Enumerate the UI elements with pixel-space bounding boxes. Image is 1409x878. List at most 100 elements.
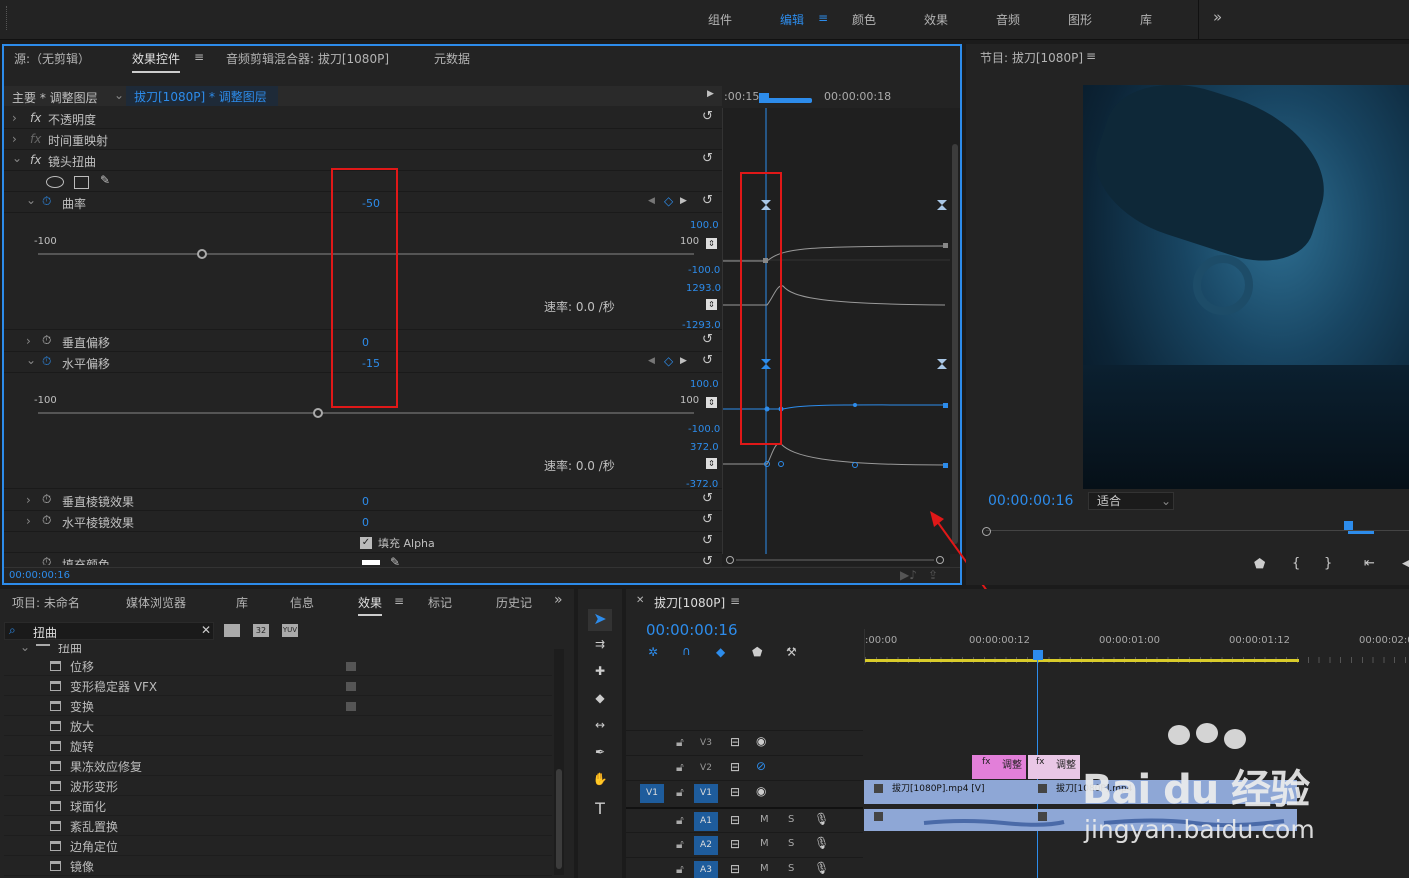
graph-zoom-bar[interactable] xyxy=(722,554,950,566)
sync-lock-icon[interactable]: ⊟ xyxy=(730,837,740,851)
play-only-audio-icon[interactable]: ▶♪ xyxy=(900,568,917,582)
menu-icon[interactable]: ≡ xyxy=(818,11,828,25)
tab-libraries[interactable]: 库 xyxy=(236,594,248,611)
menu-icon[interactable]: ≡ xyxy=(1086,49,1096,63)
stopwatch-icon[interactable]: ⏱ xyxy=(42,513,51,528)
tab-media-browser[interactable]: 媒体浏览器 xyxy=(126,594,186,611)
workspace-editing[interactable]: 编辑 xyxy=(780,11,804,28)
ripple-edit-tool-icon[interactable]: ✚ xyxy=(588,664,612,682)
list-item[interactable]: 放大 xyxy=(4,716,552,736)
stopwatch-icon[interactable]: ⏱ xyxy=(42,333,51,348)
track-target-a1[interactable]: A1 xyxy=(694,812,718,831)
list-item[interactable]: 旋转 xyxy=(4,736,552,756)
list-item[interactable]: 紊乱置换 xyxy=(4,816,552,836)
checkbox-checked-icon[interactable]: ✓ xyxy=(360,537,372,549)
sequence-tab[interactable]: 拔刀[1080P] xyxy=(654,594,725,611)
microphone-icon[interactable]: 🎙︎ xyxy=(814,861,829,875)
reset-icon[interactable]: ↺ xyxy=(702,109,713,124)
more-tabs-icon[interactable]: » xyxy=(554,592,563,608)
marker-icon[interactable]: ⬟ xyxy=(752,645,762,659)
menu-icon[interactable]: ≡ xyxy=(394,594,404,608)
stopwatch-icon[interactable]: ⏱ xyxy=(42,194,51,209)
adjustment-layer-clip[interactable]: fx 调整 xyxy=(972,755,1026,779)
wrench-icon[interactable]: ⚒ xyxy=(786,645,797,659)
color-swatch[interactable] xyxy=(362,560,380,565)
list-item[interactable]: 镜像 xyxy=(4,856,552,876)
ec-timecode[interactable]: 00:00:00:16 xyxy=(9,570,70,581)
v-prism-value[interactable]: 0 xyxy=(362,495,369,508)
list-item[interactable]: 波形变形 xyxy=(4,776,552,796)
sync-lock-icon[interactable]: ⊟ xyxy=(730,813,740,827)
prev-keyframe-icon[interactable]: ◀ xyxy=(648,356,655,366)
eye-icon[interactable]: ◉ xyxy=(756,734,766,748)
reset-icon[interactable]: ↺ xyxy=(702,332,713,347)
mute-button[interactable]: M xyxy=(760,838,769,849)
reset-icon[interactable]: ↺ xyxy=(702,533,713,548)
chevron-down-icon[interactable]: ⌄ xyxy=(26,353,36,367)
reset-icon[interactable]: ↺ xyxy=(702,353,713,368)
32bit-effects-icon[interactable]: 32 xyxy=(253,624,269,637)
fit-dropdown[interactable]: 适合 ⌄ xyxy=(1088,492,1174,510)
effects-search[interactable]: ⌕ 扭曲 ✕ xyxy=(4,622,214,640)
graph-scale-icon[interactable]: ⇕ xyxy=(706,458,717,469)
tab-effects[interactable]: 效果 xyxy=(358,594,383,616)
chevron-down-icon[interactable]: ⌄ xyxy=(114,88,124,102)
reset-icon[interactable]: ↺ xyxy=(702,193,713,208)
mark-out-icon[interactable]: } xyxy=(1324,556,1332,571)
go-to-in-icon[interactable]: ⇤ xyxy=(1364,556,1375,571)
accelerated-effects-icon[interactable] xyxy=(224,624,240,637)
menu-icon[interactable]: ≡ xyxy=(730,594,740,608)
step-back-icon[interactable]: ◀ xyxy=(1402,556,1409,571)
workspace-audio[interactable]: 音频 xyxy=(996,11,1020,28)
program-title[interactable]: 节目: 拔刀[1080P] xyxy=(980,49,1083,66)
tab-metadata[interactable]: 元数据 xyxy=(434,50,470,67)
tab-info[interactable]: 信息 xyxy=(290,594,314,611)
timeline-ruler[interactable]: :00:00 00:00:00:12 00:00:01:00 00:00:01:… xyxy=(864,629,1409,665)
sync-lock-icon[interactable]: ⊟ xyxy=(730,760,740,774)
chevron-down-icon[interactable]: ⌄ xyxy=(20,644,30,654)
snap-icon[interactable]: ✲ xyxy=(648,645,658,659)
track-target-v1[interactable]: V1 xyxy=(694,784,718,803)
work-area-bar[interactable] xyxy=(766,98,812,103)
workspace-color[interactable]: 颜色 xyxy=(852,11,876,28)
reset-icon[interactable]: ↺ xyxy=(702,554,713,565)
playhead-handle[interactable] xyxy=(759,93,769,103)
work-area-bar[interactable] xyxy=(865,659,1299,662)
workspace-graphics[interactable]: 图形 xyxy=(1068,11,1092,28)
close-icon[interactable]: ✕ xyxy=(636,595,644,606)
adjustment-layer-clip[interactable]: fx 调整 xyxy=(1028,755,1080,779)
lock-icon[interactable]: 🔓︎ xyxy=(676,760,684,775)
lock-icon[interactable]: 🔓︎ xyxy=(676,735,684,750)
tab-project[interactable]: 项目: 未命名 xyxy=(12,594,80,611)
type-tool-icon[interactable]: T xyxy=(588,799,612,819)
eyedropper-icon[interactable]: ✎ xyxy=(390,555,400,565)
solo-button[interactable]: S xyxy=(788,814,794,825)
program-timecode[interactable]: 00:00:00:16 xyxy=(988,493,1073,509)
play-icon[interactable]: ▶ xyxy=(707,89,714,99)
more-workspaces-icon[interactable]: » xyxy=(1213,8,1222,26)
source-patch-v1[interactable]: V1 xyxy=(640,784,664,803)
hand-tool-icon[interactable]: ✋ xyxy=(588,772,612,790)
rectangle-mask-icon[interactable] xyxy=(74,176,89,189)
list-item[interactable]: 变形稳定器 VFX xyxy=(4,676,552,696)
tab-markers[interactable]: 标记 xyxy=(428,594,452,611)
menu-icon[interactable]: ≡ xyxy=(194,50,204,64)
scrubber-handle[interactable] xyxy=(982,527,991,536)
tab-source[interactable]: 源:（无剪辑） xyxy=(14,50,90,67)
graph-vscrollbar[interactable] xyxy=(950,108,960,554)
clip-selector[interactable]: 拔刀[1080P] * 调整图层 xyxy=(126,86,278,106)
workspace-assembly[interactable]: 组件 xyxy=(708,11,732,28)
sync-lock-icon[interactable]: ⊟ xyxy=(730,735,740,749)
lock-icon[interactable]: 🔓︎ xyxy=(676,785,684,800)
pen-tool-icon[interactable]: ✒ xyxy=(588,745,612,763)
mark-in-icon[interactable]: { xyxy=(1292,556,1300,571)
eye-icon[interactable]: ◉ xyxy=(756,784,766,798)
graph-scale-icon[interactable]: ⇕ xyxy=(706,238,717,249)
chevron-down-icon[interactable]: ⌄ xyxy=(26,193,36,207)
chevron-right-icon[interactable]: › xyxy=(26,514,31,528)
list-scrollbar[interactable] xyxy=(554,649,564,875)
chevron-right-icon[interactable]: › xyxy=(26,334,31,348)
track-target-a2[interactable]: A2 xyxy=(694,836,718,855)
stopwatch-icon[interactable]: ⏱ xyxy=(42,354,51,369)
slip-tool-icon[interactable]: ↔ xyxy=(588,718,612,736)
